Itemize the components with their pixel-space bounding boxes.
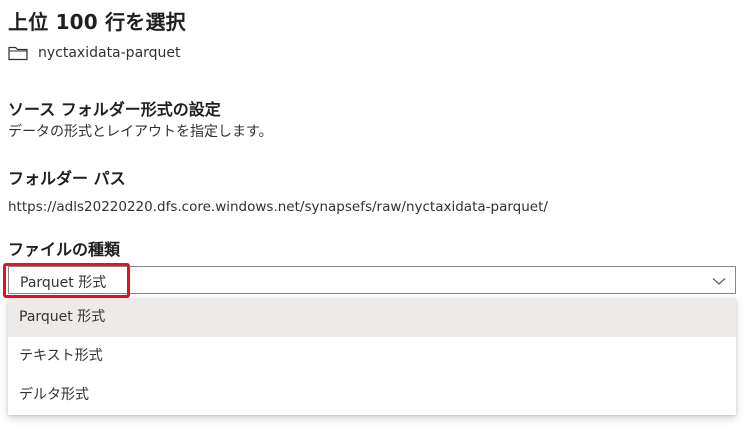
folder-icon xyxy=(8,45,28,61)
source-format-heading: ソース フォルダー形式の設定 xyxy=(8,100,221,119)
folder-path-label: フォルダー パス xyxy=(8,169,126,188)
chevron-down-icon[interactable] xyxy=(711,273,727,289)
file-type-label: ファイルの種類 xyxy=(8,240,121,259)
file-type-selected-value: Parquet 形式 xyxy=(20,275,107,291)
option-text[interactable]: テキスト形式 xyxy=(8,337,736,376)
option-delta[interactable]: デルタ形式 xyxy=(8,376,736,415)
file-type-dropdown[interactable]: Parquet 形式 xyxy=(8,266,736,294)
folder-path-value: https://adls20220220.dfs.core.windows.ne… xyxy=(8,199,548,215)
select-top-rows-panel: 上位 100 行を選択 nyctaxidata-parquet ソース フォルダ… xyxy=(0,0,750,432)
folder-breadcrumb: nyctaxidata-parquet xyxy=(8,45,181,61)
page-title: 上位 100 行を選択 xyxy=(8,10,186,34)
source-format-description: データの形式とレイアウトを指定します。 xyxy=(8,124,273,140)
option-parquet[interactable]: Parquet 形式 xyxy=(8,298,736,337)
file-type-options-list: Parquet 形式 テキスト形式 デルタ形式 xyxy=(8,298,736,415)
folder-name: nyctaxidata-parquet xyxy=(38,45,181,61)
